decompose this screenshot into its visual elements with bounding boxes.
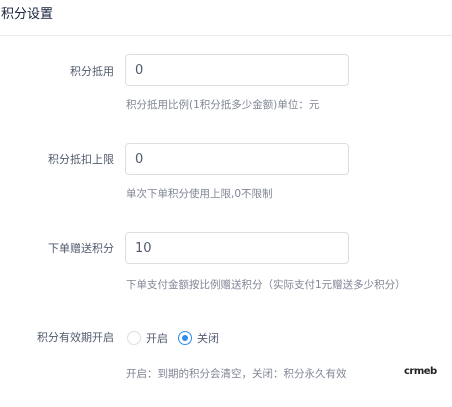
expiry-radio-off[interactable]: 关闭	[178, 330, 219, 346]
expiry-radio-on[interactable]: 开启	[127, 330, 168, 346]
integral-deduction-value: 0	[135, 63, 144, 78]
integral-deduction-help: 积分抵用比例(1积分抵多少金额)单位：元	[126, 99, 320, 111]
crmeb-logo: crmeb	[404, 366, 437, 377]
radio-checked-icon	[178, 331, 192, 345]
order-gift-input[interactable]: 10	[125, 232, 349, 264]
expiry-radio-on-label: 开启	[146, 332, 168, 345]
panel-header: 积分设置	[0, 0, 452, 36]
page-title: 积分设置	[1, 7, 54, 22]
order-gift-label: 下单赠送积分	[48, 242, 114, 255]
integral-deduction-input[interactable]: 0	[125, 54, 349, 86]
order-gift-value: 10	[135, 241, 152, 256]
expiry-radio-off-label: 关闭	[197, 332, 219, 345]
integral-deduction-label: 积分抵用	[70, 65, 114, 78]
deduction-limit-value: 0	[135, 152, 144, 167]
expiry-label: 积分有效期开启	[37, 331, 114, 344]
radio-unchecked-icon	[127, 331, 141, 345]
deduction-limit-label: 积分抵扣上限	[48, 153, 114, 166]
deduction-limit-help: 单次下单积分使用上限,0不限制	[126, 188, 273, 200]
order-gift-help: 下单支付金额按比例赠送积分（实际支付1元赠送多少积分）	[126, 279, 406, 291]
deduction-limit-input[interactable]: 0	[125, 143, 349, 175]
expiry-help: 开启：到期的积分会清空，关闭：积分永久有效	[126, 368, 347, 380]
